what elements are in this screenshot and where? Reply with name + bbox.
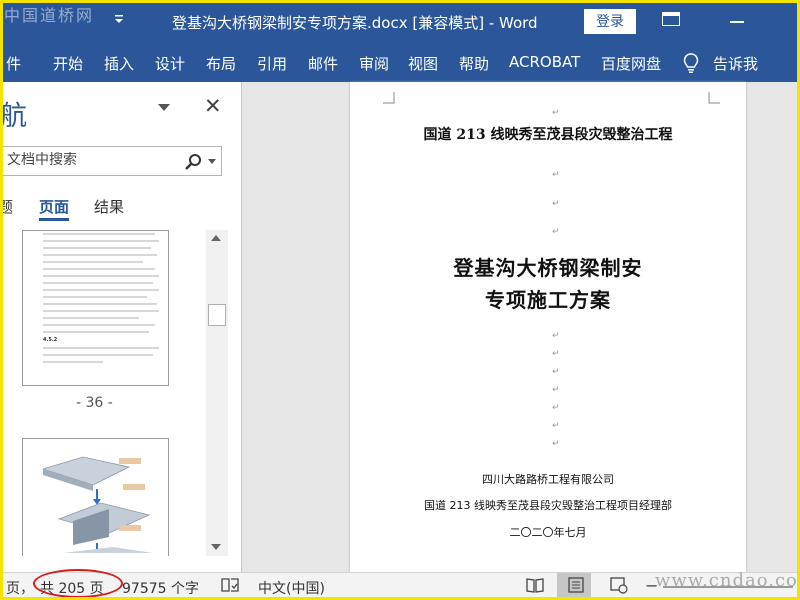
paragraph-mark: ↵	[552, 108, 560, 118]
site-watermark: 中国道桥网	[4, 6, 95, 25]
paragraph-mark: ↵	[552, 439, 560, 449]
tell-me-label[interactable]: 告诉我	[713, 53, 758, 74]
tab-acrobat[interactable]: ACROBAT	[509, 53, 580, 71]
page-thumbnail-37[interactable]	[22, 438, 169, 556]
tab-design[interactable]: 设计	[155, 53, 185, 74]
document-title-line1: 登基沟大桥钢梁制安	[453, 256, 643, 280]
close-icon[interactable]: ✕	[204, 96, 222, 117]
paragraph-mark: ↵	[552, 170, 560, 180]
document-title: 登基沟大桥钢梁制安专项方案.docx [兼容模式] - Word	[172, 14, 538, 32]
tab-layout[interactable]: 布局	[206, 53, 236, 74]
page-prefix: 页，	[6, 581, 34, 597]
thumbnail-page-label: - 36 -	[76, 395, 113, 411]
tab-headings[interactable]: 题	[0, 196, 13, 217]
nav-pane-title: 导航	[0, 101, 27, 132]
department-name: 国道 213 线映秀至茂县段灾毁整治工程项目经理部	[424, 499, 672, 512]
active-tab-indicator	[39, 218, 69, 221]
web-layout-icon[interactable]	[609, 576, 629, 594]
minimize-icon[interactable]	[730, 21, 744, 23]
tab-view[interactable]: 视图	[408, 53, 438, 74]
paragraph-mark: ↵	[552, 349, 560, 359]
document-date: 二〇二〇年七月	[509, 526, 587, 539]
thumbnail-heading: 4.5.2	[43, 337, 58, 343]
tab-insert[interactable]: 插入	[104, 53, 134, 74]
search-box	[0, 146, 222, 176]
scroll-down-arrow-icon[interactable]	[211, 544, 221, 550]
scroll-up-arrow-icon[interactable]	[211, 235, 221, 241]
document-page[interactable]: ↵ 国道 213 线映秀至茂县段灾毁整治工程 ↵ ↵ ↵ 登基沟大桥钢梁制安 专…	[350, 82, 746, 576]
lightbulb-icon[interactable]	[682, 52, 700, 74]
paragraph-mark: ↵	[552, 421, 560, 431]
tab-mailings[interactable]: 邮件	[308, 53, 338, 74]
project-name: 国道 213 线映秀至茂县段灾毁整治工程	[423, 127, 673, 143]
page-thumbnail-36[interactable]: 4.5.2	[22, 230, 169, 386]
paragraph-mark: ↵	[552, 227, 560, 237]
tab-baidu-netdisk[interactable]: 百度网盘	[601, 53, 661, 74]
proofing-book-icon[interactable]	[220, 576, 240, 594]
tab-help[interactable]: 帮助	[459, 53, 489, 74]
margin-corner-mark	[708, 92, 720, 104]
navigation-pane: 导航 ✕ 题 页面 结果 4.5.2 - 36 -	[0, 82, 242, 572]
title-bar: 中国道桥网 登基沟大桥钢梁制安专项方案.docx [兼容模式] - Word 登…	[0, 0, 800, 43]
thumbnail-scrollbar[interactable]	[206, 230, 228, 556]
tab-review[interactable]: 审阅	[359, 53, 389, 74]
customize-quick-access-chevron-icon[interactable]	[114, 13, 124, 27]
read-mode-icon[interactable]	[525, 576, 545, 594]
print-layout-icon[interactable]	[566, 576, 586, 594]
search-input[interactable]	[7, 152, 167, 168]
tab-home[interactable]: 开始	[53, 53, 83, 74]
company-name: 四川大路路桥工程有限公司	[482, 473, 614, 486]
highlight-circle	[33, 569, 123, 598]
pane-options-dropdown-icon[interactable]	[158, 104, 170, 111]
word-count[interactable]: 97575 个字	[122, 578, 199, 598]
tab-pages[interactable]: 页面	[39, 196, 69, 217]
paragraph-mark: ↵	[552, 199, 560, 209]
steel-girder-illustration	[41, 456, 153, 553]
site-watermark-url: www.cndao.com	[655, 570, 800, 591]
search-options-dropdown-icon[interactable]	[208, 159, 216, 164]
paragraph-mark: ↵	[552, 403, 560, 413]
ribbon-tabs: 件 开始 插入 设计 布局 引用 邮件 审阅 视图 帮助 ACROBAT 百度网…	[0, 43, 800, 82]
search-icon[interactable]	[183, 152, 203, 172]
tab-file[interactable]: 件	[6, 53, 21, 74]
ribbon-display-options-icon[interactable]	[662, 12, 680, 26]
document-title-line2: 专项施工方案	[485, 288, 611, 312]
login-button[interactable]: 登录	[584, 9, 636, 34]
paragraph-mark: ↵	[552, 367, 560, 377]
margin-corner-mark	[383, 92, 395, 104]
tab-results[interactable]: 结果	[94, 196, 124, 217]
paragraph-mark: ↵	[552, 385, 560, 395]
tab-references[interactable]: 引用	[257, 53, 287, 74]
scrollbar-thumb[interactable]	[208, 304, 226, 326]
paragraph-mark: ↵	[552, 331, 560, 341]
language[interactable]: 中文(中国)	[258, 578, 325, 598]
